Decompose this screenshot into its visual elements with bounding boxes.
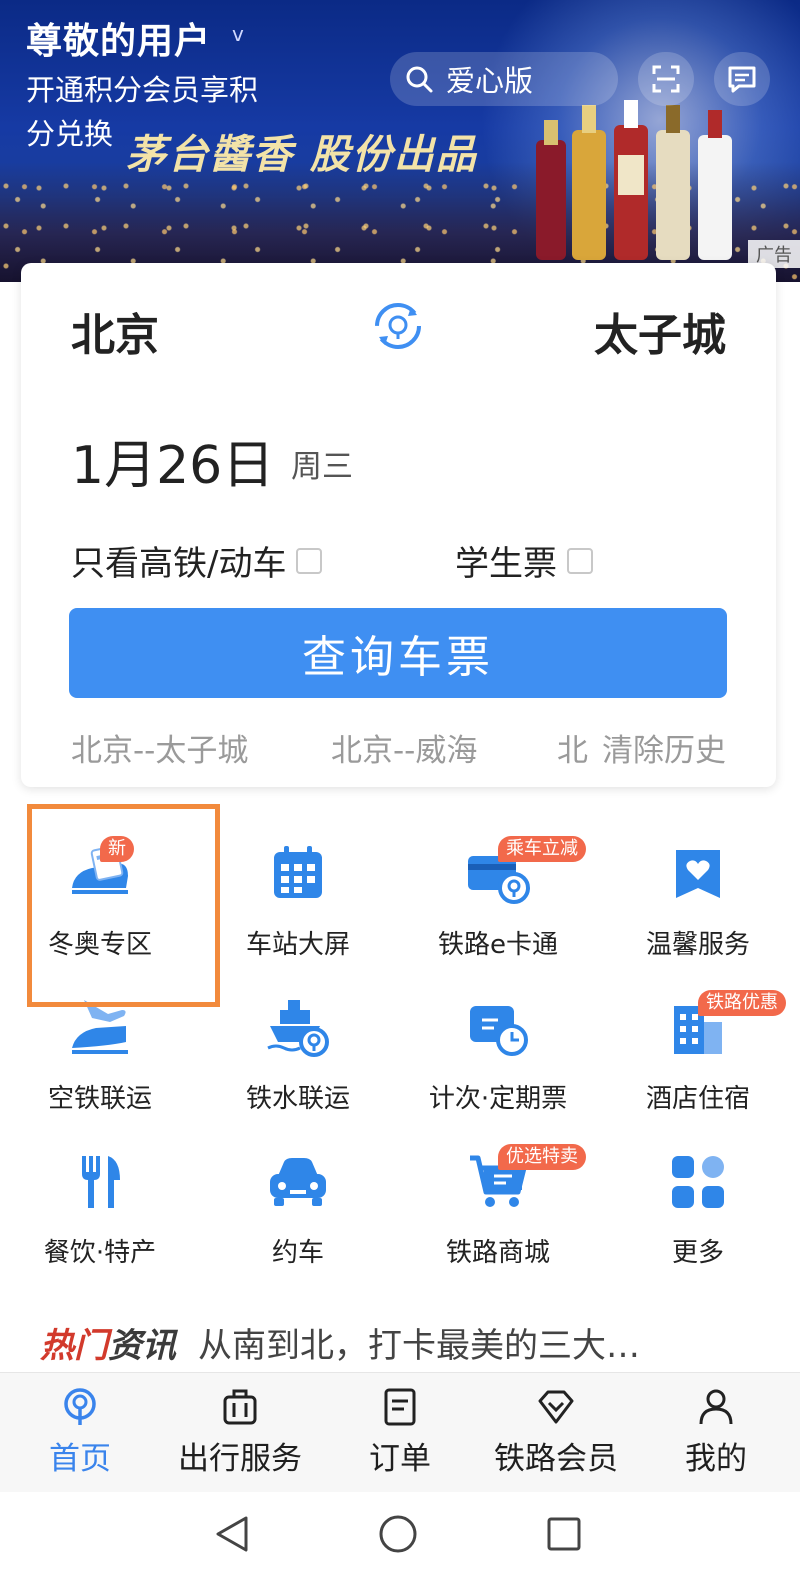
calendar-screen-icon xyxy=(274,846,322,898)
service-period-ticket[interactable]: 计次·定期票 xyxy=(398,996,598,1146)
service-label: 餐饮·特产 xyxy=(43,1238,157,1268)
service-hotel[interactable]: 铁路优惠 酒店住宿 xyxy=(598,990,798,1146)
high-speed-only-checkbox[interactable] xyxy=(296,547,323,574)
system-navigation-bar xyxy=(0,1492,800,1576)
message-icon xyxy=(728,66,756,93)
service-label: 温馨服务 xyxy=(645,930,750,960)
from-station[interactable]: 北京 xyxy=(71,299,159,363)
tab-label: 铁路会员 xyxy=(494,1441,618,1477)
dining-icon xyxy=(82,1156,120,1208)
departure-date[interactable]: 1月26日 xyxy=(71,423,274,498)
period-ticket-icon xyxy=(470,1006,528,1056)
service-more[interactable]: 更多 xyxy=(598,1150,798,1300)
bottom-tab-bar: 首页 出行服务 订单 铁路会员 我的 xyxy=(0,1372,800,1492)
discount-badge: 乘车立减 xyxy=(498,836,586,862)
tab-label: 首页 xyxy=(49,1441,111,1477)
to-station[interactable]: 太子城 xyxy=(594,299,726,363)
ad-slogan: 茅台醬香 股份出品 xyxy=(126,131,478,178)
departure-weekday: 周三 xyxy=(291,449,353,485)
service-car[interactable]: 约车 xyxy=(198,1150,398,1300)
care-mode-label: 爱心版 xyxy=(446,64,534,98)
history-item[interactable]: 北京--威海 xyxy=(331,725,477,769)
student-ticket-checkbox[interactable] xyxy=(567,547,593,574)
tab-railway-member[interactable]: 铁路会员 xyxy=(476,1383,636,1488)
scan-button[interactable] xyxy=(638,52,694,106)
service-label: 铁路商城 xyxy=(445,1238,550,1268)
tab-label: 订单 xyxy=(369,1441,431,1477)
tab-mine[interactable]: 我的 xyxy=(636,1383,796,1488)
rail-ship-icon xyxy=(267,1000,329,1057)
hot-news-tag: 热门资讯 xyxy=(40,1326,176,1366)
tab-orders[interactable]: 订单 xyxy=(320,1383,480,1488)
highlight-box xyxy=(27,804,220,1007)
discount-badge: 铁路优惠 xyxy=(698,990,786,1016)
luggage-icon xyxy=(223,1389,257,1425)
high-speed-only-option[interactable]: 只看高铁/动车 xyxy=(71,536,323,585)
service-label: 空铁联运 xyxy=(47,1084,152,1114)
recents-nav-icon[interactable] xyxy=(540,1510,588,1558)
home-nav-icon[interactable] xyxy=(374,1510,422,1558)
tab-home[interactable]: 首页 xyxy=(0,1383,160,1488)
service-railway-mall[interactable]: 优选特卖 铁路商城 xyxy=(398,1144,598,1300)
scan-icon xyxy=(652,65,680,93)
service-label: 车站大屏 xyxy=(245,930,350,960)
service-rail-water[interactable]: 铁水联运 xyxy=(198,996,398,1146)
car-icon xyxy=(270,1158,326,1206)
high-speed-only-label: 只看高铁/动车 xyxy=(71,544,287,584)
service-label: 铁路e卡通 xyxy=(438,930,558,960)
service-label: 更多 xyxy=(671,1238,724,1268)
heart-service-icon xyxy=(676,850,720,898)
service-label: 约车 xyxy=(271,1238,324,1268)
service-dining[interactable]: 餐饮·特产 xyxy=(0,1150,200,1300)
ticket-search-card: 北京 太子城 1月26日 周三 只看高铁/动车 学生票 查询车票 北京--太子城… xyxy=(21,263,776,787)
sale-badge: 优选特卖 xyxy=(498,1144,586,1170)
service-warm-service[interactable]: 温馨服务 xyxy=(598,842,798,992)
service-label: 酒店住宿 xyxy=(645,1084,750,1114)
user-dropdown-caret[interactable]: v xyxy=(232,22,244,46)
student-ticket-label: 学生票 xyxy=(455,544,557,584)
message-button[interactable] xyxy=(714,52,770,106)
user-name[interactable]: 尊敬的用户 xyxy=(26,12,211,64)
service-label: 铁水联运 xyxy=(245,1084,350,1114)
search-icon xyxy=(406,66,433,93)
hot-news[interactable]: 热门资讯 从南到北，打卡最美的三大… xyxy=(40,1318,640,1367)
back-nav-icon[interactable] xyxy=(208,1510,256,1558)
order-icon xyxy=(384,1388,416,1426)
home-rail-icon xyxy=(64,1388,96,1425)
service-railway-ecard[interactable]: 乘车立减 铁路e卡通 xyxy=(398,836,598,992)
history-item[interactable]: 北 xyxy=(557,725,588,769)
swap-stations-icon[interactable] xyxy=(371,299,425,353)
clear-history-button[interactable]: 清除历史 xyxy=(594,725,726,770)
query-tickets-button[interactable]: 查询车票 xyxy=(69,608,727,698)
care-mode-search[interactable]: 爱心版 xyxy=(390,52,618,106)
service-air-rail[interactable]: 空铁联运 xyxy=(0,996,200,1146)
tab-travel-services[interactable]: 出行服务 xyxy=(160,1383,320,1488)
person-icon xyxy=(699,1389,733,1425)
service-station-screen[interactable]: 车站大屏 xyxy=(198,842,398,992)
ad-banner[interactable]: 尊敬的用户 v 开通积分会员享积分兑换 茅台醬香 股份出品 广告 爱心版 xyxy=(0,0,800,282)
student-ticket-option[interactable]: 学生票 xyxy=(455,536,593,585)
tab-label: 出行服务 xyxy=(178,1441,302,1477)
service-label: 计次·定期票 xyxy=(428,1084,568,1114)
tab-label: 我的 xyxy=(685,1441,747,1477)
diamond-icon xyxy=(538,1390,574,1424)
history-item[interactable]: 北京--太子城 xyxy=(71,725,248,769)
more-grid-icon xyxy=(672,1156,724,1208)
news-headline[interactable]: 从南到北，打卡最美的三大… xyxy=(198,1318,640,1367)
liquor-bottles-image xyxy=(536,100,732,260)
